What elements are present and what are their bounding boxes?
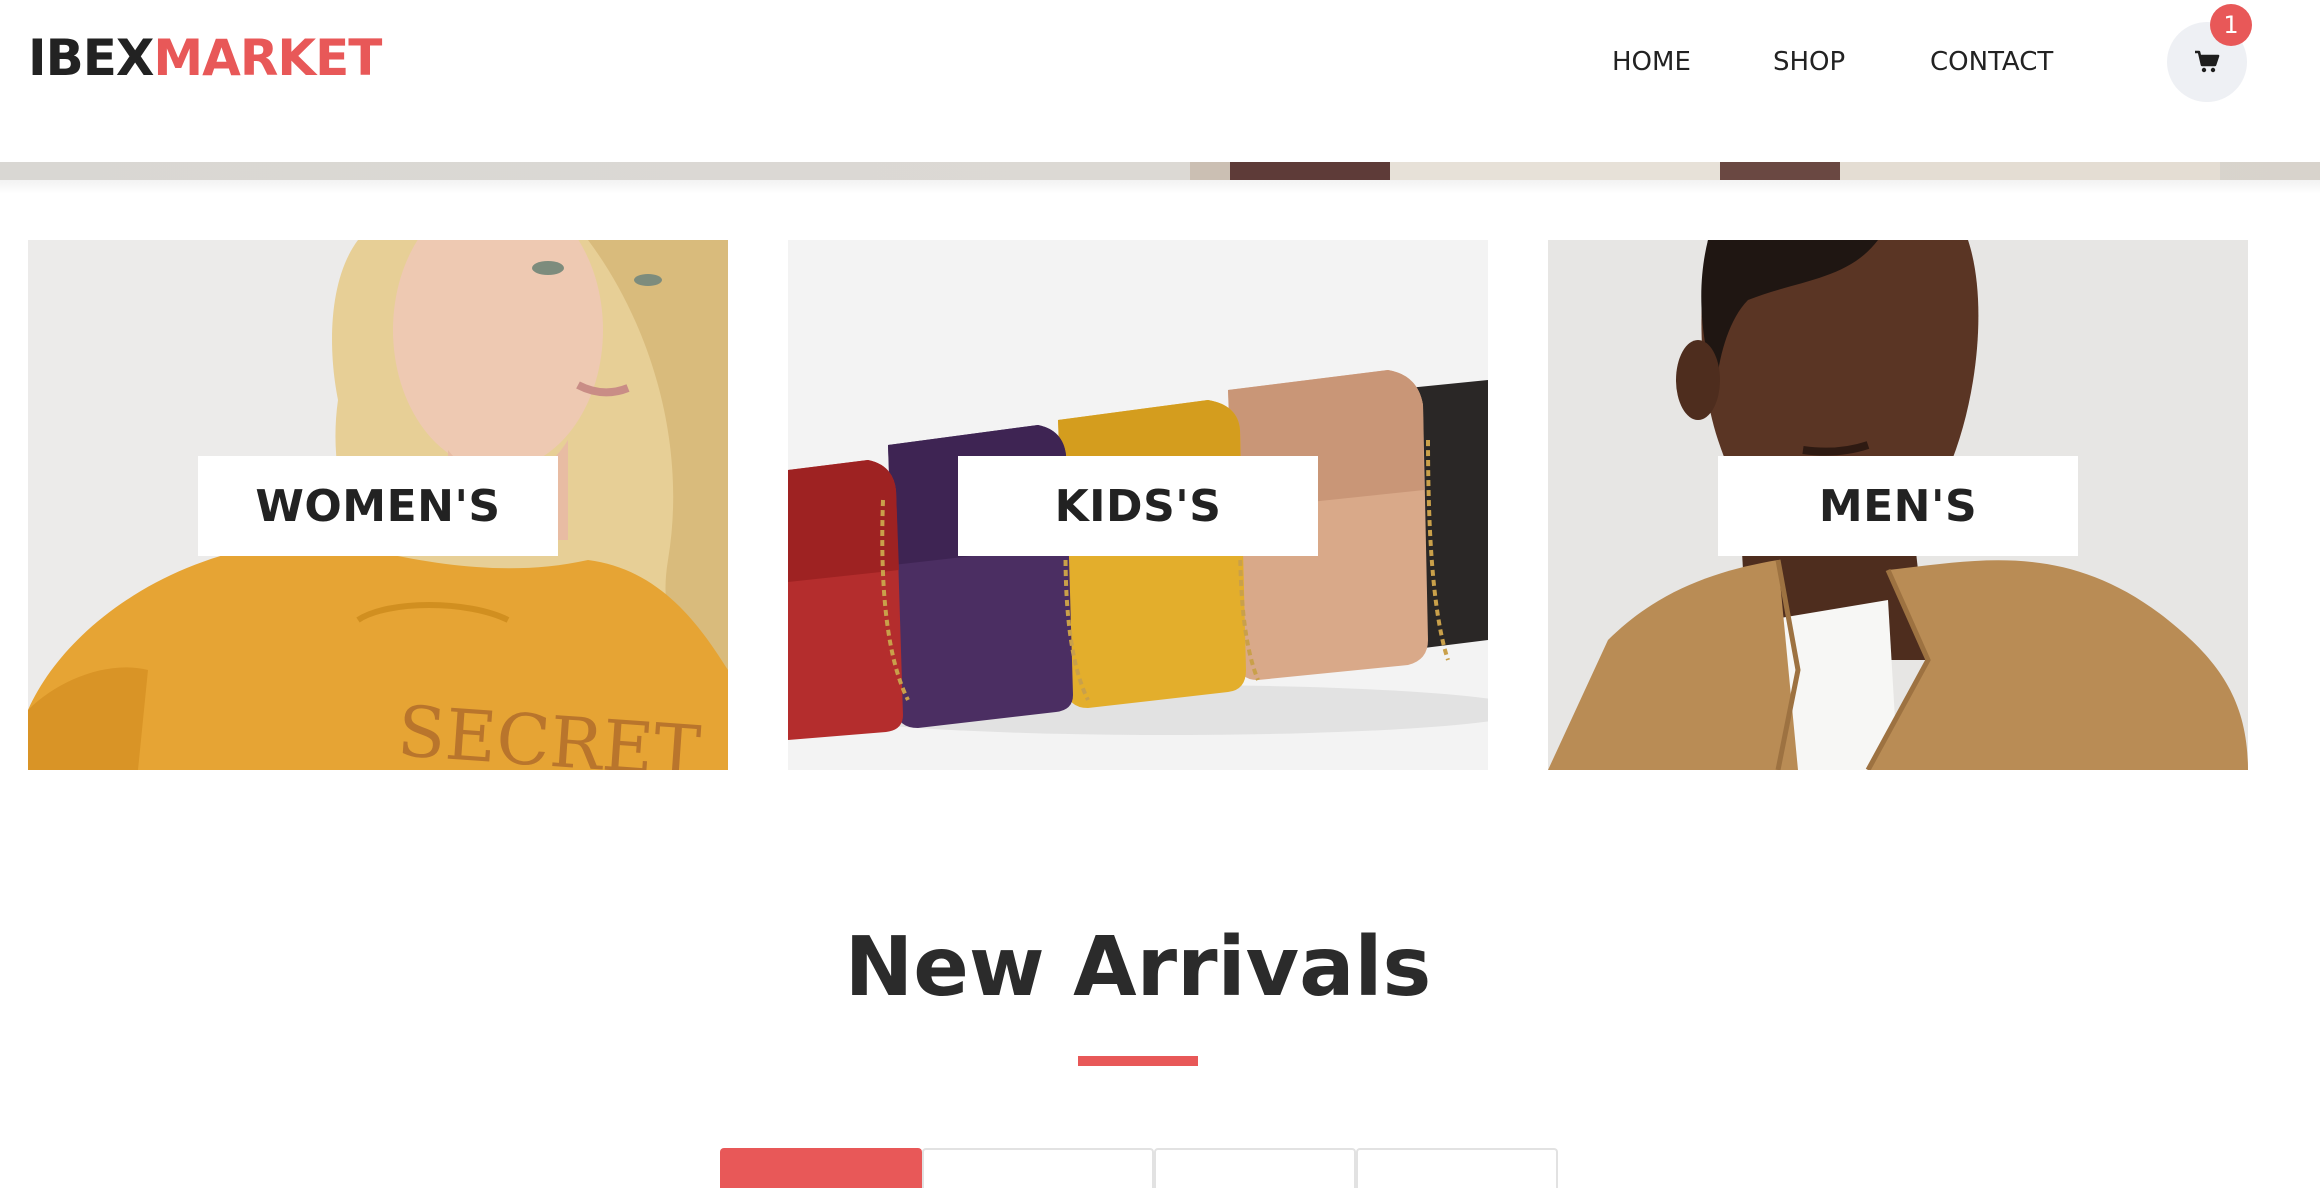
category-card-men[interactable]: MEN'S	[1548, 240, 2248, 770]
category-card-kids[interactable]: KIDS'S	[788, 240, 1488, 770]
shopping-cart-icon	[2195, 50, 2220, 73]
nav-contact-link[interactable]: CONTACT	[1930, 46, 2053, 78]
filter-tab[interactable]	[1356, 1148, 1558, 1188]
logo-part-accent: MARKET	[153, 29, 382, 87]
title-underline	[1078, 1056, 1198, 1066]
hero-banner-strip	[0, 162, 2320, 180]
filter-tab[interactable]	[922, 1148, 1154, 1188]
hero-shadow	[0, 180, 2320, 194]
nav-shop-link[interactable]: SHOP	[1773, 46, 1845, 78]
site-logo[interactable]: IBEXMARKET	[28, 28, 382, 88]
nav-home-link[interactable]: HOME	[1612, 46, 1691, 78]
cart-count-badge: 1	[2210, 4, 2252, 46]
category-label-men[interactable]: MEN'S	[1718, 456, 2078, 556]
category-label-women[interactable]: WOMEN'S	[198, 456, 558, 556]
category-card-women[interactable]: SECRET WOMEN'S	[28, 240, 728, 770]
site-header: IBEXMARKET HOME SHOP CONTACT 1	[0, 0, 2320, 162]
filter-tab-active[interactable]	[720, 1148, 922, 1188]
filter-tab[interactable]	[1154, 1148, 1356, 1188]
new-arrivals-title: New Arrivals	[844, 920, 1432, 1015]
logo-part-dark: IBEX	[28, 29, 154, 87]
category-label-kids[interactable]: KIDS'S	[958, 456, 1318, 556]
